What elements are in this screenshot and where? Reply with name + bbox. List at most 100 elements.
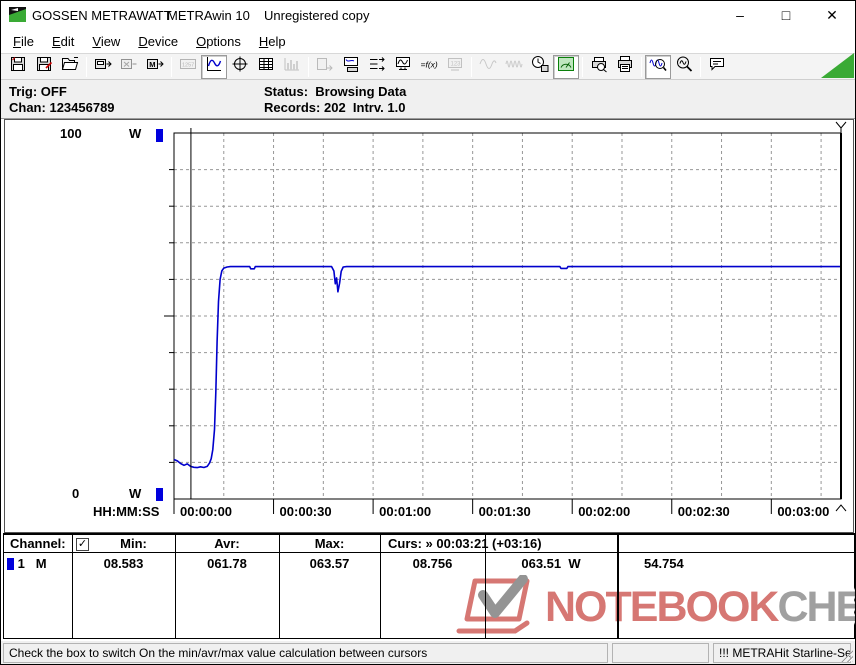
live-measurement-button[interactable]	[553, 55, 579, 79]
maximize-button[interactable]: □	[763, 1, 809, 29]
monitor-curve-button[interactable]	[390, 55, 416, 79]
channel-number: 1	[18, 556, 25, 571]
menu-view[interactable]: View	[83, 31, 129, 52]
cursor-difference-value: 54.754	[644, 555, 844, 572]
minmax-between-cursors-checkbox[interactable]: ✓	[76, 538, 89, 551]
menu-edit[interactable]: Edit	[43, 31, 83, 52]
watermark-brand-secondary: CHECK	[777, 583, 856, 632]
disk2-icon	[35, 55, 53, 78]
channels-status: Chan: 123456789	[9, 100, 115, 115]
toolbar-separator	[171, 57, 172, 77]
numeric-monitor-button[interactable]: 123	[442, 55, 468, 79]
display-icon: 1257	[179, 55, 197, 78]
export-button[interactable]	[312, 55, 338, 79]
time-settings-button[interactable]	[527, 55, 553, 79]
print-button[interactable]	[612, 55, 638, 79]
x-axis-tick-label: 00:01:30	[479, 504, 531, 519]
x-axis-tick-label: 00:01:00	[379, 504, 431, 519]
read-multimeter-button[interactable]: M	[142, 55, 168, 79]
records-label: Records:	[264, 100, 320, 115]
clear-device-memory-button[interactable]	[116, 55, 142, 79]
folder-icon	[61, 55, 79, 78]
fx-icon: =f(x)	[420, 55, 438, 78]
monitor-disk-icon	[342, 55, 360, 78]
title-license-status: Unregistered copy	[264, 8, 370, 23]
minimize-button[interactable]: –	[717, 1, 763, 29]
channel-avr-value: 061.78	[175, 555, 279, 572]
box-m-icon: M	[146, 55, 164, 78]
save-button[interactable]	[5, 55, 31, 79]
channel-scale-button[interactable]	[364, 55, 390, 79]
notebookcheck-watermark: NOTEBOOKCHECK	[453, 575, 856, 639]
col-header-channel: Channel:	[10, 535, 70, 552]
read-device-memory-button[interactable]	[90, 55, 116, 79]
clock-meter-icon	[531, 55, 549, 78]
zoom-curve-button[interactable]	[645, 55, 671, 79]
x-axis-format-label: HH:MM:SS	[93, 504, 159, 519]
cursor-2-bottom-handle[interactable]	[836, 505, 846, 511]
x-axis-tick-label: 00:00:00	[180, 504, 232, 519]
menu-file[interactable]: File	[4, 31, 43, 52]
interval-label: Intrv.	[353, 100, 384, 115]
toolbar-separator	[700, 57, 701, 77]
trig-value: OFF	[41, 84, 67, 99]
histogram-view-button[interactable]	[279, 55, 305, 79]
export-icon	[316, 55, 334, 78]
x-axis-tick-label: 00:02:30	[678, 504, 730, 519]
save-as-button[interactable]	[31, 55, 57, 79]
status-message: Check the box to switch On the min/avr/m…	[3, 643, 608, 663]
printer-icon	[616, 55, 634, 78]
table-view-button[interactable]	[253, 55, 279, 79]
chan-label: Chan:	[9, 100, 46, 115]
channel-max-value: 063.57	[279, 555, 380, 572]
x-axis-tick-label: 00:00:30	[280, 504, 332, 519]
interval-value: 1.0	[387, 100, 405, 115]
formula-button[interactable]: =f(x)	[416, 55, 442, 79]
app-window: GOSSEN METRAWATT METRAwin 10 Unregistere…	[0, 0, 856, 665]
crosshair-icon	[231, 55, 249, 78]
trig-label: Trig:	[9, 84, 37, 99]
menu-help[interactable]: Help	[250, 31, 295, 52]
save-screen-button[interactable]	[338, 55, 364, 79]
channel-marker-top	[156, 129, 163, 142]
box-x-icon	[120, 55, 138, 78]
chart-view-button[interactable]	[201, 55, 227, 79]
zoom-lens-icon	[675, 55, 693, 78]
expand-curve-button[interactable]	[501, 55, 527, 79]
col-header-avr: Avr:	[175, 535, 279, 552]
cursor1-value: 08.756	[380, 555, 485, 572]
y-axis-min-label: 0	[72, 486, 79, 501]
xy-view-button[interactable]	[227, 55, 253, 79]
y-axis-unit-top: W	[129, 126, 141, 141]
numeric-display-view-button[interactable]: 1257	[175, 55, 201, 79]
open-file-button[interactable]	[57, 55, 83, 79]
channel-row-id: 1 M	[7, 555, 69, 572]
wave-dense-icon	[505, 55, 523, 78]
measurement-info-panel: Trig: OFF Chan: 123456789 Status: Browsi…	[1, 80, 855, 119]
print-preview-button[interactable]	[586, 55, 612, 79]
print-preview-icon	[590, 55, 608, 78]
close-button[interactable]: ✕	[809, 1, 855, 29]
chart-plot	[5, 120, 853, 532]
disk-icon	[9, 55, 27, 78]
status-value: Browsing Data	[315, 84, 406, 99]
annotation-button[interactable]	[704, 55, 730, 79]
status-middle-segment	[612, 643, 709, 663]
x-axis-tick-label: 00:03:00	[777, 504, 829, 519]
monitor-wave-icon	[394, 55, 412, 78]
menu-device[interactable]: Device	[129, 31, 187, 52]
toolbar-separator	[641, 57, 642, 77]
cursor-2-top-handle[interactable]	[836, 122, 846, 133]
y-axis-unit-bottom: W	[129, 486, 141, 501]
title-product-name: METRAwin 10	[167, 8, 250, 23]
compress-curve-button[interactable]	[475, 55, 501, 79]
channel-color-marker	[7, 558, 14, 570]
wave-small-icon	[479, 55, 497, 78]
chan-value: 123456789	[49, 100, 114, 115]
menu-options[interactable]: Options	[187, 31, 250, 52]
toolbar-separator	[471, 57, 472, 77]
box-in-icon	[94, 55, 112, 78]
app-logo-icon	[9, 7, 26, 22]
title-bar: GOSSEN METRAWATT METRAwin 10 Unregistere…	[1, 1, 855, 29]
zoom-select-button[interactable]	[671, 55, 697, 79]
